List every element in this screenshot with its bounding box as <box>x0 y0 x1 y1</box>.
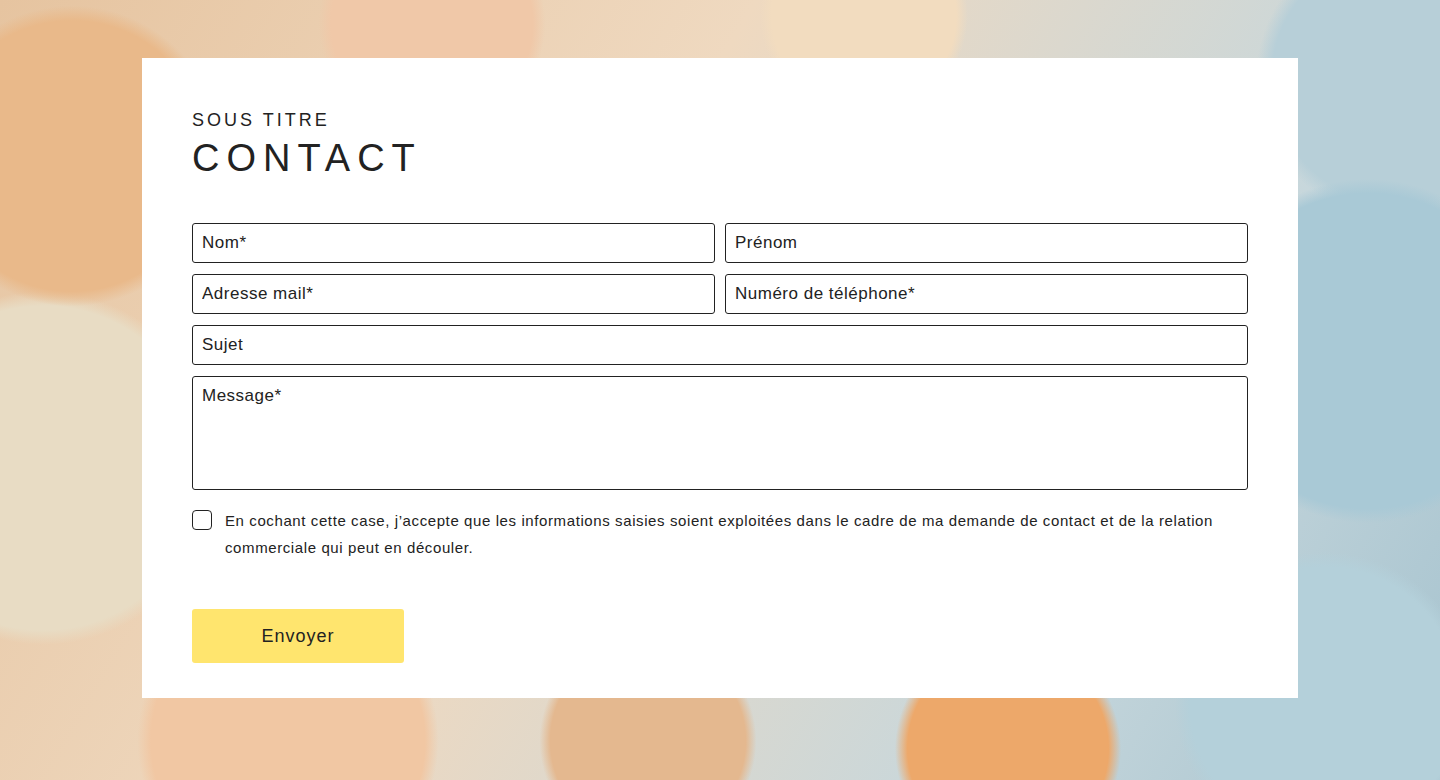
form-row <box>192 376 1248 490</box>
consent-row[interactable]: En cochant cette case, j’accepte que les… <box>192 507 1248 561</box>
text-field[interactable] <box>725 274 1248 314</box>
macaron-background: SOUS TITRE CONTACT En cochant cette case, … <box>0 0 1440 780</box>
consent-checkbox[interactable] <box>192 510 212 530</box>
form-row <box>192 274 1248 314</box>
contact-card: SOUS TITRE CONTACT En cochant cette case, … <box>142 58 1298 698</box>
message-field[interactable] <box>192 376 1248 490</box>
submit-button[interactable]: Envoyer <box>192 609 404 663</box>
text-field[interactable] <box>192 325 1248 365</box>
subtitle: SOUS TITRE <box>192 110 1248 130</box>
form-row <box>192 325 1248 365</box>
text-field[interactable] <box>192 223 715 263</box>
title: CONTACT <box>192 136 1248 180</box>
contact-form: En cochant cette case, j’accepte que les… <box>192 223 1248 663</box>
form-row <box>192 223 1248 263</box>
text-field[interactable] <box>725 223 1248 263</box>
text-field[interactable] <box>192 274 715 314</box>
consent-text: En cochant cette case, j’accepte que les… <box>225 507 1248 561</box>
